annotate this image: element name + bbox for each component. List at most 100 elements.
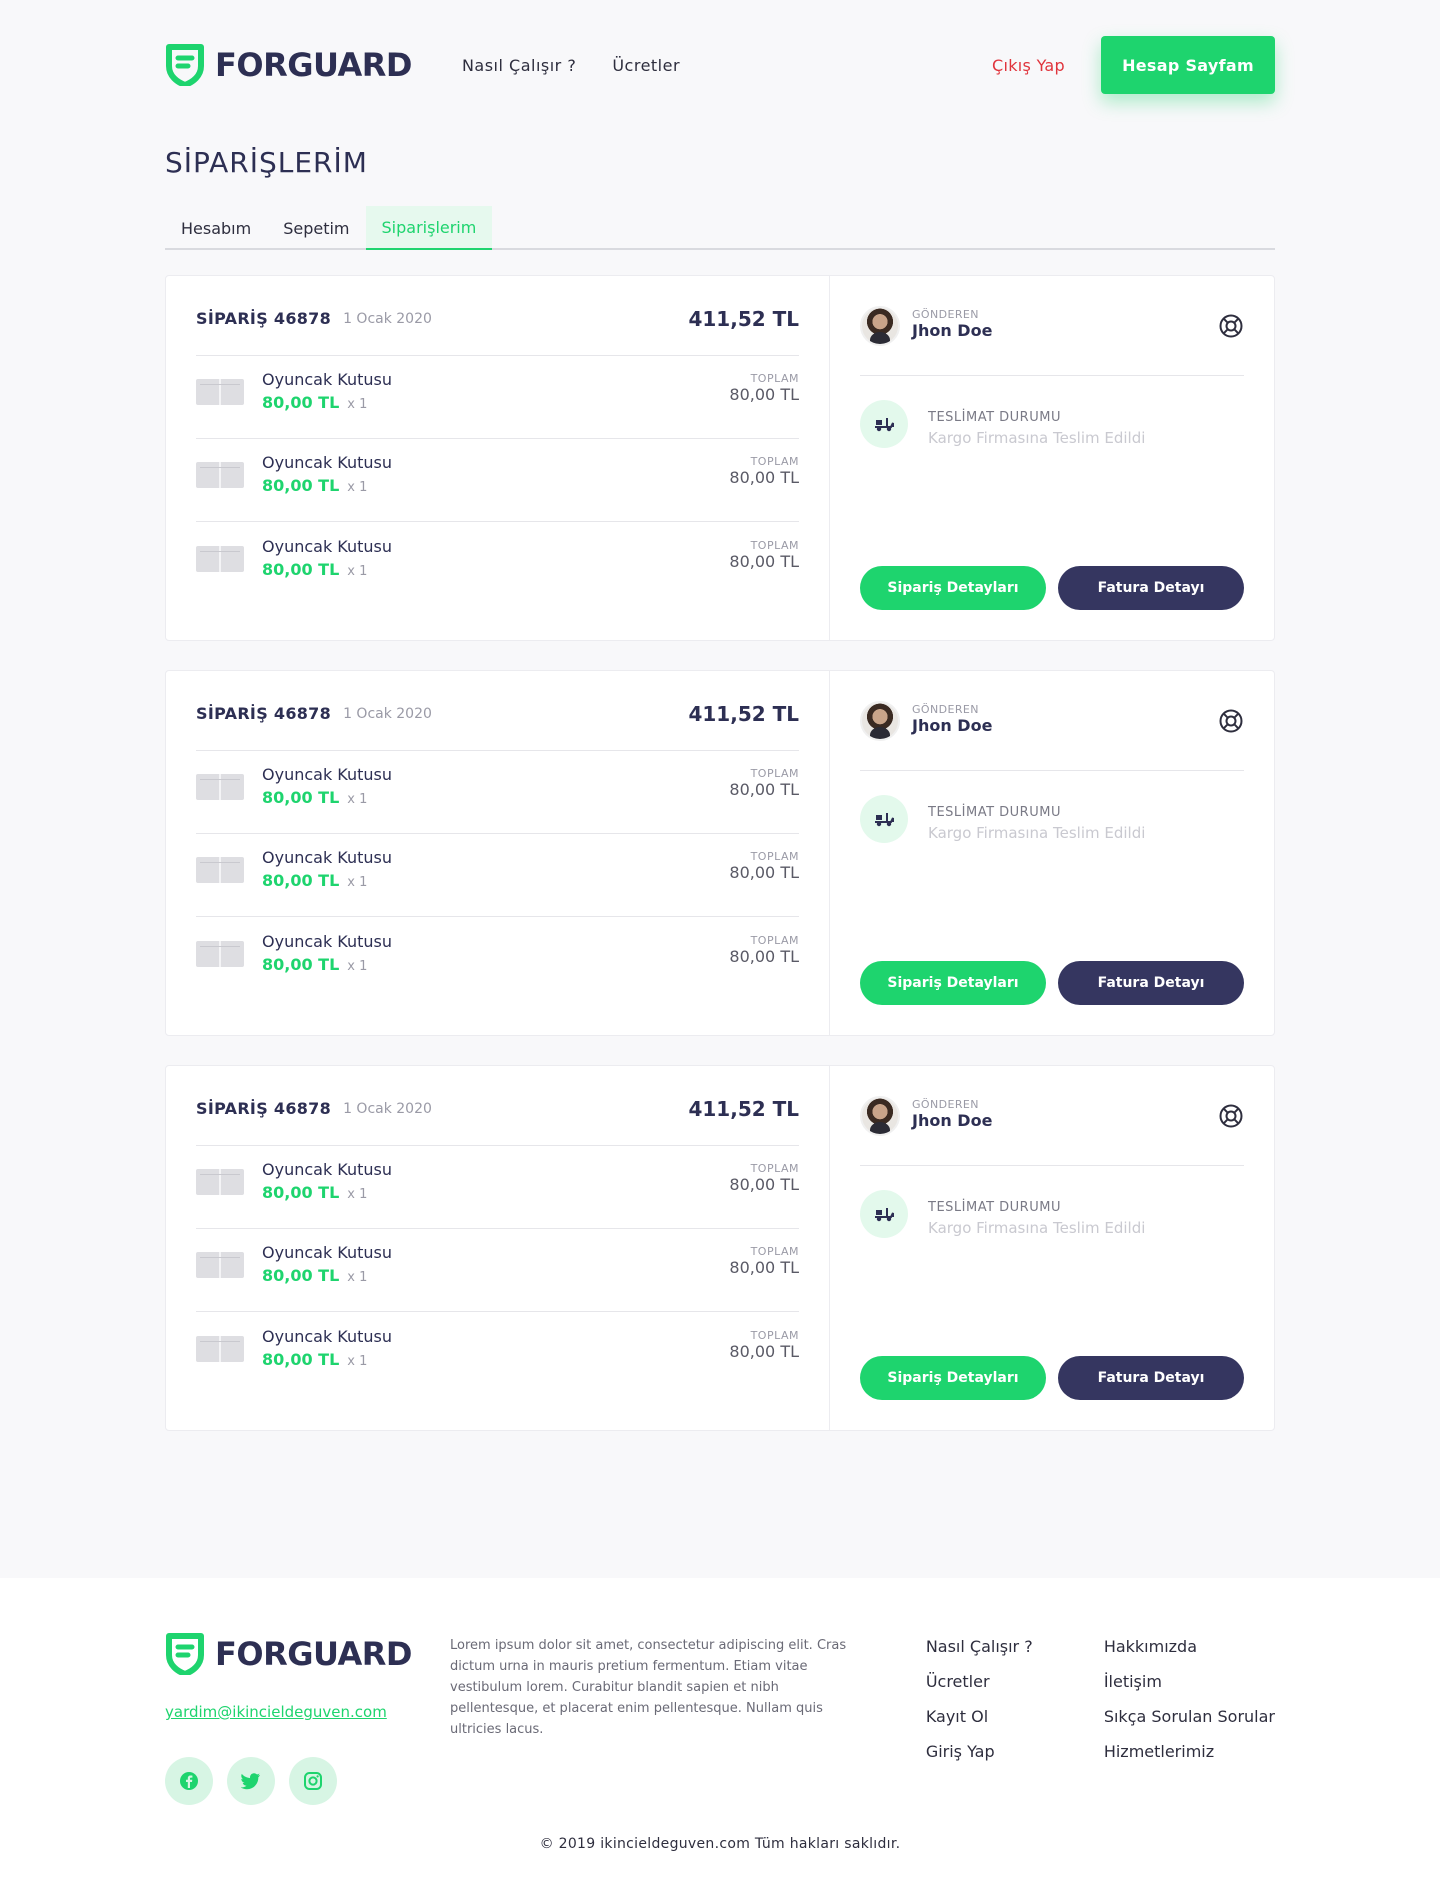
- avatar: [860, 1095, 900, 1136]
- order-item: Oyuncak Kutusu 80,00 TL x 1 TOPLAM 80,00…: [196, 751, 799, 834]
- item-price: 80,00 TL: [262, 1266, 340, 1285]
- order-details-button[interactable]: Sipariş Detayları: [860, 961, 1046, 1005]
- footer-description: Lorem ipsum dolor sit amet, consectetur …: [450, 1638, 847, 1737]
- item-quantity: x 1: [347, 1270, 368, 1285]
- footer-links: Nasıl Çalışır ? Ücretler Kayıt Ol Giriş Yap…: [926, 1633, 1275, 1805]
- footer-link-col2-3[interactable]: Hizmetlerimiz: [1104, 1742, 1275, 1761]
- sender-name: Jhon Doe: [912, 320, 993, 340]
- footer-link-col2-2[interactable]: Sıkça Sorulan Sorular: [1104, 1707, 1275, 1726]
- footer-link-col1-3[interactable]: Giriş Yap: [926, 1742, 1104, 1761]
- item-total: 80,00 TL: [729, 385, 799, 404]
- order-items-panel: SİPARİŞ 46878 1 Ocak 2020 411,52 TL Oyun…: [166, 671, 830, 1035]
- avatar: [860, 700, 900, 741]
- lifebuoy-support-icon[interactable]: [1218, 313, 1244, 339]
- order-date: 1 Ocak 2020: [343, 310, 432, 327]
- item-name: Oyuncak Kutusu: [262, 931, 393, 951]
- item-total-label: TOPLAM: [750, 1328, 799, 1342]
- order-number: SİPARİŞ 46878: [196, 1099, 332, 1118]
- item-total: 80,00 TL: [729, 863, 799, 882]
- tab-cart[interactable]: Sepetim: [267, 206, 365, 250]
- footer-link-col2-0[interactable]: Hakkımızda: [1104, 1637, 1275, 1656]
- footer-link-col1-1[interactable]: Ücretler: [926, 1672, 1104, 1691]
- order-items: Oyuncak Kutusu 80,00 TL x 1 TOPLAM 80,00…: [196, 1146, 799, 1395]
- item-quantity: x 1: [347, 563, 368, 579]
- footer-link-col1-2[interactable]: Kayıt Ol: [926, 1707, 1104, 1726]
- invoice-details-button[interactable]: Fatura Detayı: [1058, 1356, 1244, 1400]
- item-total: 80,00 TL: [729, 551, 799, 571]
- order-header: SİPARİŞ 46878 1 Ocak 2020 411,52 TL: [196, 276, 799, 356]
- delivery-status: TESLİMAT DURUMU Kargo Firmasına Teslim E…: [860, 771, 1244, 843]
- support-email-link[interactable]: yardim@ikincieldeguven.com: [165, 1703, 450, 1721]
- item-name: Oyuncak Kutusu: [262, 1243, 393, 1262]
- lifebuoy-support-icon[interactable]: [1218, 1103, 1244, 1129]
- avatar: [860, 305, 900, 346]
- delivery-status: TESLİMAT DURUMU Kargo Firmasına Teslim E…: [860, 376, 1244, 448]
- order-details-button[interactable]: Sipariş Detayları: [860, 566, 1046, 610]
- order-header: SİPARİŞ 46878 1 Ocak 2020 411,52 TL: [196, 671, 799, 751]
- item-total-label: TOPLAM: [750, 767, 799, 780]
- order-item: Oyuncak Kutusu 80,00 TL x 1 TOPLAM 80,00…: [196, 1229, 799, 1312]
- facebook-icon[interactable]: [165, 1757, 213, 1805]
- order-date: 1 Ocak 2020: [343, 1100, 432, 1117]
- product-image: [196, 545, 244, 572]
- product-image: [196, 857, 244, 883]
- order-info-panel: GÖNDEREN Jhon Doe TESLİMAT DURUMU Kargo …: [830, 276, 1274, 640]
- sender: GÖNDEREN Jhon Doe: [860, 276, 1244, 376]
- item-quantity: x 1: [347, 792, 368, 807]
- shield-logo-icon: [166, 44, 204, 86]
- nav-how-it-works[interactable]: Nasıl Çalışır ?: [462, 56, 576, 75]
- invoice-details-button[interactable]: Fatura Detayı: [1058, 566, 1244, 610]
- item-price: 80,00 TL: [262, 476, 340, 495]
- account-page-button[interactable]: Hesap Sayfam: [1101, 36, 1275, 94]
- header: FORGUARD Nasıl Çalışır ? Ücretler Çıkış …: [165, 35, 1275, 95]
- logo-text: FORGUARD: [215, 1635, 412, 1673]
- lifebuoy-support-icon[interactable]: [1218, 708, 1244, 734]
- product-image: [196, 379, 244, 405]
- delivery-label: TESLİMAT DURUMU: [928, 410, 1061, 425]
- copyright: © 2019 ikincieldeguven.com Tüm hakları s…: [539, 1836, 901, 1852]
- delivery-status-text: Kargo Firmasına Teslim Edildi: [928, 824, 1146, 842]
- item-total: 80,00 TL: [729, 468, 799, 487]
- sender-label: GÖNDEREN: [912, 702, 979, 716]
- footer-link-col1-0[interactable]: Nasıl Çalışır ?: [926, 1637, 1104, 1656]
- item-price: 80,00 TL: [262, 871, 340, 890]
- item-price: 80,00 TL: [262, 559, 340, 579]
- item-total-label: TOPLAM: [750, 372, 799, 385]
- logout-link[interactable]: Çıkış Yap: [992, 56, 1065, 75]
- order-item: Oyuncak Kutusu 80,00 TL x 1 TOPLAM 80,00…: [196, 917, 799, 1000]
- footer-logo[interactable]: FORGUARD: [165, 1633, 450, 1675]
- item-name: Oyuncak Kutusu: [262, 536, 393, 556]
- item-price: 80,00 TL: [262, 393, 340, 412]
- sender-name: Jhon Doe: [912, 1110, 993, 1130]
- item-total: 80,00 TL: [729, 1175, 799, 1194]
- footer: FORGUARD yardim@ikincieldeguven.com Lore…: [0, 1578, 1440, 1883]
- logo-text: FORGUARD: [215, 46, 412, 84]
- item-quantity: x 1: [347, 1353, 368, 1369]
- item-quantity: x 1: [347, 875, 368, 890]
- order-number: SİPARİŞ 46878: [196, 704, 332, 723]
- logo[interactable]: FORGUARD: [165, 44, 412, 86]
- item-total-label: TOPLAM: [750, 1162, 799, 1175]
- twitter-icon[interactable]: [227, 1757, 275, 1805]
- footer-link-col2-1[interactable]: İletişim: [1104, 1672, 1275, 1691]
- order-header: SİPARİŞ 46878 1 Ocak 2020 411,52 TL: [196, 1066, 799, 1146]
- item-price: 80,00 TL: [262, 788, 340, 807]
- order-info-panel: GÖNDEREN Jhon Doe TESLİMAT DURUMU Kargo …: [830, 1066, 1274, 1430]
- tab-account[interactable]: Hesabım: [165, 206, 267, 250]
- nav-pricing[interactable]: Ücretler: [612, 56, 680, 75]
- item-total-label: TOPLAM: [750, 933, 799, 947]
- item-name: Oyuncak Kutusu: [262, 1326, 393, 1346]
- order-details-button[interactable]: Sipariş Detayları: [860, 1356, 1046, 1400]
- instagram-icon[interactable]: [289, 1757, 337, 1805]
- order-card: SİPARİŞ 46878 1 Ocak 2020 411,52 TL Oyun…: [165, 275, 1275, 641]
- invoice-details-button[interactable]: Fatura Detayı: [1058, 961, 1244, 1005]
- order-card: SİPARİŞ 46878 1 Ocak 2020 411,52 TL Oyun…: [165, 1065, 1275, 1431]
- item-price: 80,00 TL: [262, 954, 340, 974]
- sender: GÖNDEREN Jhon Doe: [860, 671, 1244, 771]
- item-name: Oyuncak Kutusu: [262, 1160, 393, 1179]
- order-total: 411,52 TL: [688, 701, 799, 726]
- item-name: Oyuncak Kutusu: [262, 453, 393, 472]
- sender-label: GÖNDEREN: [912, 1097, 979, 1111]
- order-total: 411,52 TL: [688, 306, 799, 331]
- tab-orders[interactable]: Siparişlerim: [365, 206, 493, 250]
